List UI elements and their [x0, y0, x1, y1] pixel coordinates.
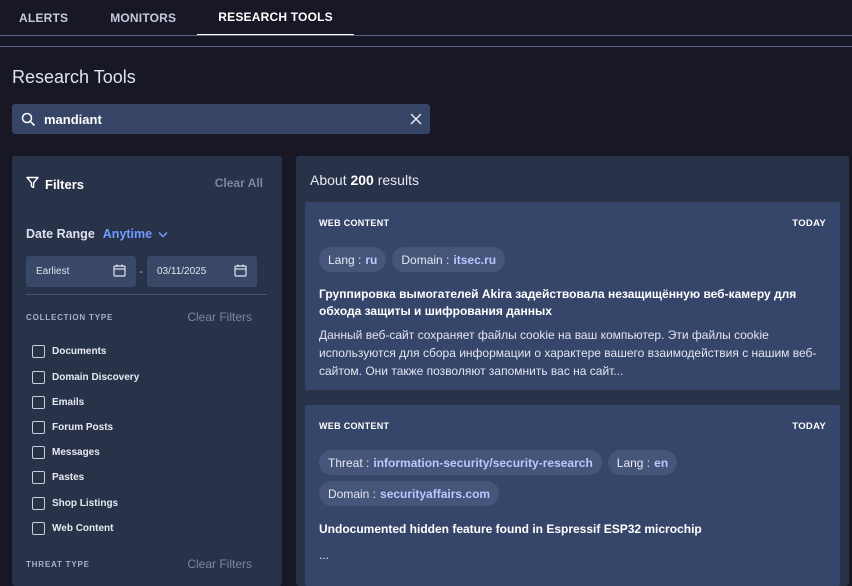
clear-search-icon[interactable]: [402, 104, 430, 134]
result-title[interactable]: Undocumented hidden feature found in Esp…: [319, 521, 824, 538]
checkbox-box[interactable]: [32, 396, 45, 409]
checkbox-forum-posts[interactable]: Forum Posts: [32, 421, 113, 434]
checkbox-box[interactable]: [32, 446, 45, 459]
result-card[interactable]: WEB CONTENT TODAY Lang : ru Domain : itsec…: [305, 202, 840, 390]
date-to-field[interactable]: 03/11/2025: [147, 256, 257, 287]
results-count-number: 200: [350, 172, 374, 188]
tab-research-tools[interactable]: RESEARCH TOOLS: [197, 0, 354, 36]
checkbox-pastes[interactable]: Pastes: [32, 471, 84, 484]
checkbox-label: Documents: [52, 346, 107, 357]
date-range: Date Range Anytime: [26, 227, 168, 241]
threat-type-clear-button[interactable]: Clear Filters: [187, 557, 252, 571]
checkbox-box[interactable]: [32, 421, 45, 434]
tab-alerts[interactable]: ALERTS: [0, 0, 89, 36]
tag-chip-lang[interactable]: Lang : en: [607, 450, 678, 475]
tag-chip-lang[interactable]: Lang : ru: [319, 247, 387, 272]
filters-divider: [26, 294, 267, 295]
filters-title: Filters: [45, 176, 85, 192]
checkbox-label: Messages: [52, 447, 100, 458]
results-count: About 200 results: [310, 172, 419, 188]
tab-monitors[interactable]: MONITORS: [89, 0, 197, 36]
checkbox-label: Domain Discovery: [52, 372, 140, 383]
filters-panel: Filters Clear All Date Range Anytime Ear…: [12, 156, 282, 586]
checkbox-box[interactable]: [32, 522, 45, 535]
result-snippet: Данный веб-сайт сохраняет файлы cookie н…: [319, 328, 817, 378]
collection-type-clear-button[interactable]: Clear Filters: [187, 310, 252, 324]
tag-chip-threat[interactable]: Threat : information-security/security-re…: [319, 450, 602, 475]
result-date: TODAY: [792, 421, 826, 432]
result-tags: Threat : information-security/security-re…: [319, 450, 829, 506]
search-icon: [12, 104, 44, 134]
date-separator: -: [139, 264, 143, 278]
date-from-value: Earliest: [36, 266, 70, 277]
checkbox-box[interactable]: [32, 497, 45, 510]
clear-all-button[interactable]: Clear All: [215, 176, 263, 190]
result-title[interactable]: Группировка вымогателей Akira задействов…: [319, 286, 824, 320]
checkbox-label: Shop Listings: [52, 498, 119, 509]
checkbox-label: Pastes: [52, 472, 85, 483]
collection-type-label: COLLECTION TYPE: [26, 313, 114, 322]
checkbox-label: Emails: [52, 397, 85, 408]
date-from-field[interactable]: Earliest: [26, 256, 136, 287]
date-range-dropdown[interactable]: Anytime: [103, 227, 168, 241]
result-date: TODAY: [792, 218, 826, 229]
result-card[interactable]: WEB CONTENT TODAY Threat : information-se…: [305, 405, 840, 586]
date-to-value: 03/11/2025: [157, 266, 207, 277]
checkbox-label: Forum Posts: [52, 422, 114, 433]
checkbox-box[interactable]: [32, 345, 45, 358]
checkbox-documents[interactable]: Documents: [32, 345, 106, 358]
filters-header: Filters: [26, 176, 84, 192]
top-nav: ALERTS MONITORS RESEARCH TOOLS: [0, 0, 852, 36]
nav-divider: [0, 35, 852, 36]
checkbox-domain-discovery[interactable]: Domain Discovery: [32, 371, 139, 384]
results-panel: About 200 results WEB CONTENT TODAY Lang…: [296, 156, 849, 586]
checkbox-box[interactable]: [32, 371, 45, 384]
tag-chip-domain[interactable]: Domain : itsec.ru: [392, 247, 506, 272]
calendar-icon[interactable]: [234, 264, 247, 280]
threat-type-label: THREAT TYPE: [26, 560, 90, 569]
checkbox-emails[interactable]: Emails: [32, 396, 84, 409]
checkbox-messages[interactable]: Messages: [32, 446, 100, 459]
checkbox-web-content[interactable]: Web Content: [32, 522, 113, 535]
page-title: Research Tools: [12, 67, 136, 87]
search-bar: [12, 104, 430, 134]
header-divider: [0, 46, 852, 47]
filter-icon: [26, 176, 39, 192]
tag-chip-domain[interactable]: Domain : securityaffairs.com: [319, 481, 500, 506]
result-type: WEB CONTENT: [319, 218, 390, 228]
checkbox-label: Web Content: [52, 523, 114, 534]
result-tags: Lang : ru Domain : itsec.ru: [319, 247, 829, 272]
result-snippet: ...: [319, 548, 330, 562]
checkbox-shop-listings[interactable]: Shop Listings: [32, 497, 118, 510]
date-range-value: Anytime: [102, 227, 153, 241]
date-range-label: Date Range: [26, 227, 95, 241]
result-type: WEB CONTENT: [319, 421, 390, 431]
chevron-down-icon: [158, 227, 168, 241]
search-input[interactable]: [44, 104, 402, 134]
calendar-icon[interactable]: [113, 264, 126, 280]
checkbox-box[interactable]: [32, 471, 45, 484]
